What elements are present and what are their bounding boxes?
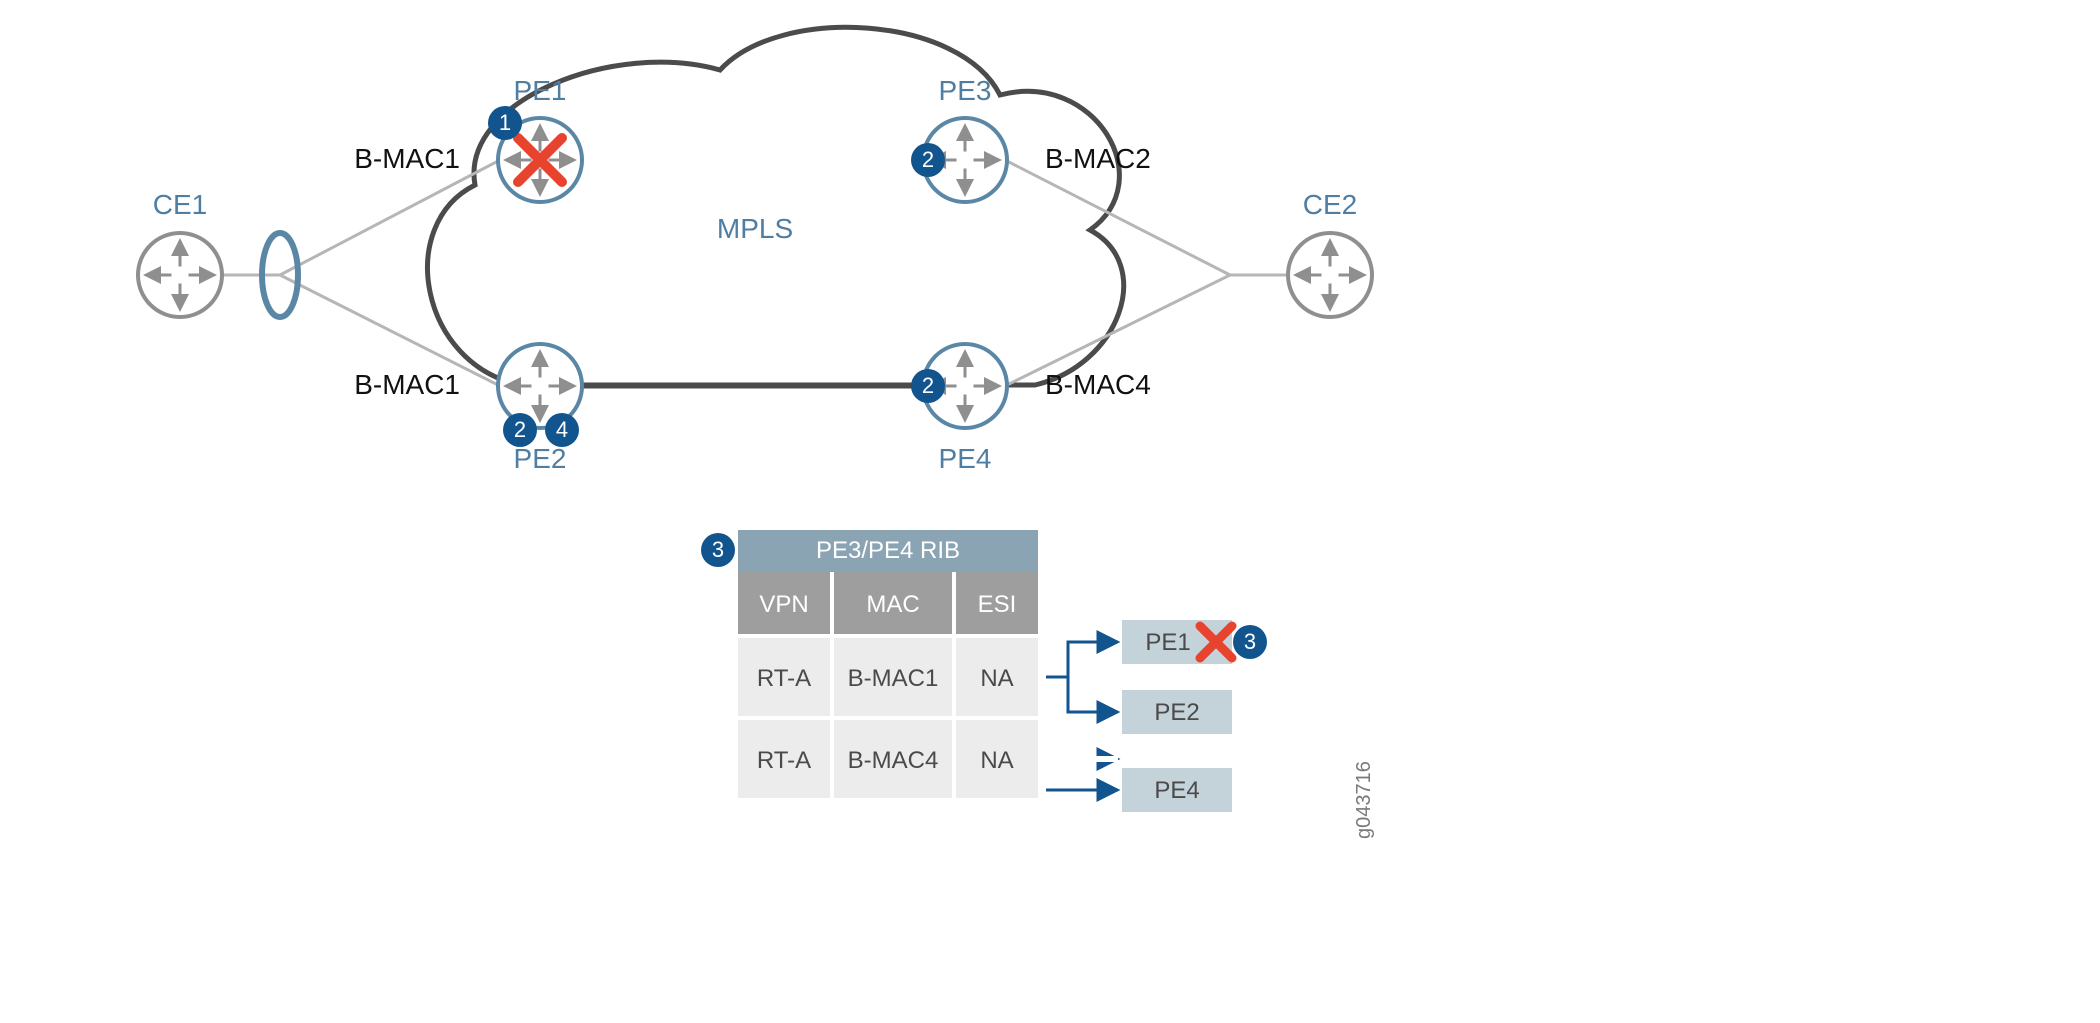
pe4-label: PE4 bbox=[939, 443, 992, 474]
svg-text:3: 3 bbox=[1244, 629, 1256, 654]
rib-r0-vpn: RT-A bbox=[757, 665, 811, 692]
pe1-mac: B-MAC1 bbox=[354, 143, 460, 174]
router-ce2 bbox=[1288, 233, 1372, 317]
network-diagram: MPLS CE1 CE2 PE1 B-MAC1 1 PE2 B-MAC1 2 4 bbox=[0, 0, 2100, 1023]
rib-nh-pe1-badge: 3 bbox=[1233, 625, 1267, 659]
pe2-badge-4: 4 bbox=[545, 413, 579, 447]
router-ce1 bbox=[138, 233, 222, 317]
pe4-mac: B-MAC4 bbox=[1045, 369, 1151, 400]
svg-text:PE1: PE1 bbox=[1145, 629, 1190, 656]
svg-text:1: 1 bbox=[499, 110, 511, 135]
rib-hdr-vpn: VPN bbox=[759, 591, 808, 618]
rib-r1-mac: B-MAC4 bbox=[848, 747, 939, 774]
pe3-label: PE3 bbox=[939, 75, 992, 106]
pe1-label: PE1 bbox=[514, 75, 567, 106]
pe2-mac: B-MAC1 bbox=[354, 369, 460, 400]
svg-text:2: 2 bbox=[922, 147, 934, 172]
svg-text:PE4: PE4 bbox=[1154, 777, 1199, 804]
rib-hdr-mac: MAC bbox=[866, 591, 919, 618]
ce2-label: CE2 bbox=[1303, 189, 1357, 220]
rib-hdr-esi: ESI bbox=[978, 591, 1017, 618]
pe3-badge-2: 2 bbox=[911, 143, 945, 177]
rib-badge: 3 bbox=[701, 533, 735, 567]
cloud-label: MPLS bbox=[717, 213, 793, 244]
rib-r0-esi: NA bbox=[980, 665, 1013, 692]
rib-r1-vpn: RT-A bbox=[757, 747, 811, 774]
ce1-label: CE1 bbox=[153, 189, 207, 220]
svg-text:4: 4 bbox=[556, 417, 568, 442]
rib-r1-esi: NA bbox=[980, 747, 1013, 774]
pe3-mac: B-MAC2 bbox=[1045, 143, 1151, 174]
svg-text:2: 2 bbox=[922, 373, 934, 398]
pe4-badge-2: 2 bbox=[911, 369, 945, 403]
svg-text:3: 3 bbox=[712, 537, 724, 562]
rib-title: PE3/PE4 RIB bbox=[816, 537, 960, 564]
pe2-label: PE2 bbox=[514, 443, 567, 474]
rib-r0-arrow-pe1 bbox=[1046, 642, 1118, 677]
rib-r0-arrow-pe2 bbox=[1046, 677, 1118, 712]
svg-text:2: 2 bbox=[514, 417, 526, 442]
svg-text:PE2: PE2 bbox=[1154, 699, 1199, 726]
pe2-badge-2: 2 bbox=[503, 413, 537, 447]
pe1-badge-1: 1 bbox=[488, 106, 522, 140]
diagram-id: g043716 bbox=[1353, 761, 1375, 839]
rib-r0-mac: B-MAC1 bbox=[848, 665, 939, 692]
